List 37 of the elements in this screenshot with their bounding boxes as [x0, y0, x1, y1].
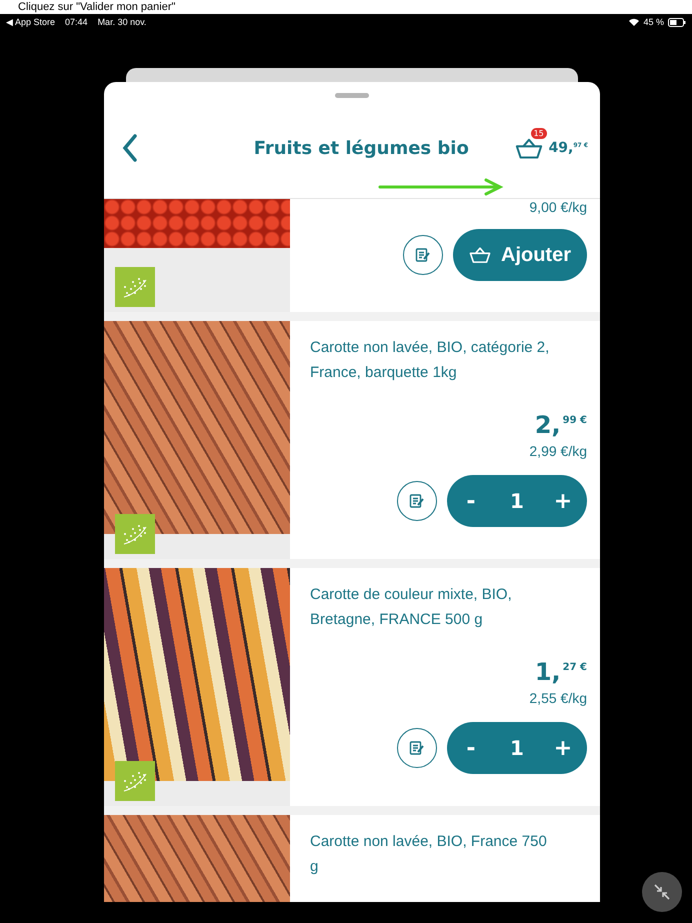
note-edit-icon — [409, 493, 425, 509]
product-name: Carotte non lavée, BIO, France 750 g — [310, 832, 548, 877]
basket-icon — [469, 246, 491, 264]
unit-price: 9,00 €/kg — [529, 199, 587, 215]
quantity-value: 1 — [510, 736, 524, 760]
note-button[interactable] — [397, 728, 437, 768]
cart-icon — [514, 136, 543, 160]
collapse-arrows-icon — [653, 883, 671, 901]
note-button[interactable] — [403, 235, 443, 275]
product-name: Carotte non lavée, BIO, catégorie 2, France, barquette 1kg — [310, 338, 550, 383]
increase-button[interactable]: + — [546, 488, 579, 514]
quantity-value: 1 — [510, 489, 524, 513]
decrease-button[interactable]: - — [455, 488, 487, 514]
status-date: Mar. 30 nov. — [98, 17, 146, 27]
organic-leaf-logo — [115, 761, 155, 801]
note-edit-icon — [415, 247, 431, 263]
wifi-icon — [629, 18, 640, 26]
unit-price: 2,55 €/kg — [529, 690, 587, 706]
status-time: 07:44 — [65, 17, 88, 27]
page-title: Fruits et légumes bio — [252, 138, 470, 158]
cart-count-badge: 15 — [530, 128, 547, 139]
back-chevron-icon[interactable] — [122, 134, 138, 162]
decrease-button[interactable]: - — [455, 736, 487, 760]
note-button[interactable] — [397, 481, 437, 521]
drag-handle[interactable] — [335, 93, 369, 98]
battery-icon — [668, 18, 686, 26]
add-button[interactable]: Ajouter — [453, 229, 587, 281]
back-to-app-link[interactable]: ◀ App Store — [6, 17, 56, 27]
instruction-caption: Cliquez sur "Valider mon panier" — [0, 0, 692, 14]
product-name: Carotte de couleur mixte, BIO, Bretagne, FRANCE 500 g — [310, 585, 513, 630]
unit-price: 2,99 €/kg — [529, 443, 587, 459]
organic-leaf-logo — [115, 514, 155, 554]
minimize-button[interactable] — [642, 872, 682, 912]
note-edit-icon — [409, 740, 425, 756]
organic-leaf-logo — [115, 267, 155, 307]
battery-percent: 45 % — [643, 17, 664, 27]
increase-button[interactable]: + — [546, 736, 579, 760]
